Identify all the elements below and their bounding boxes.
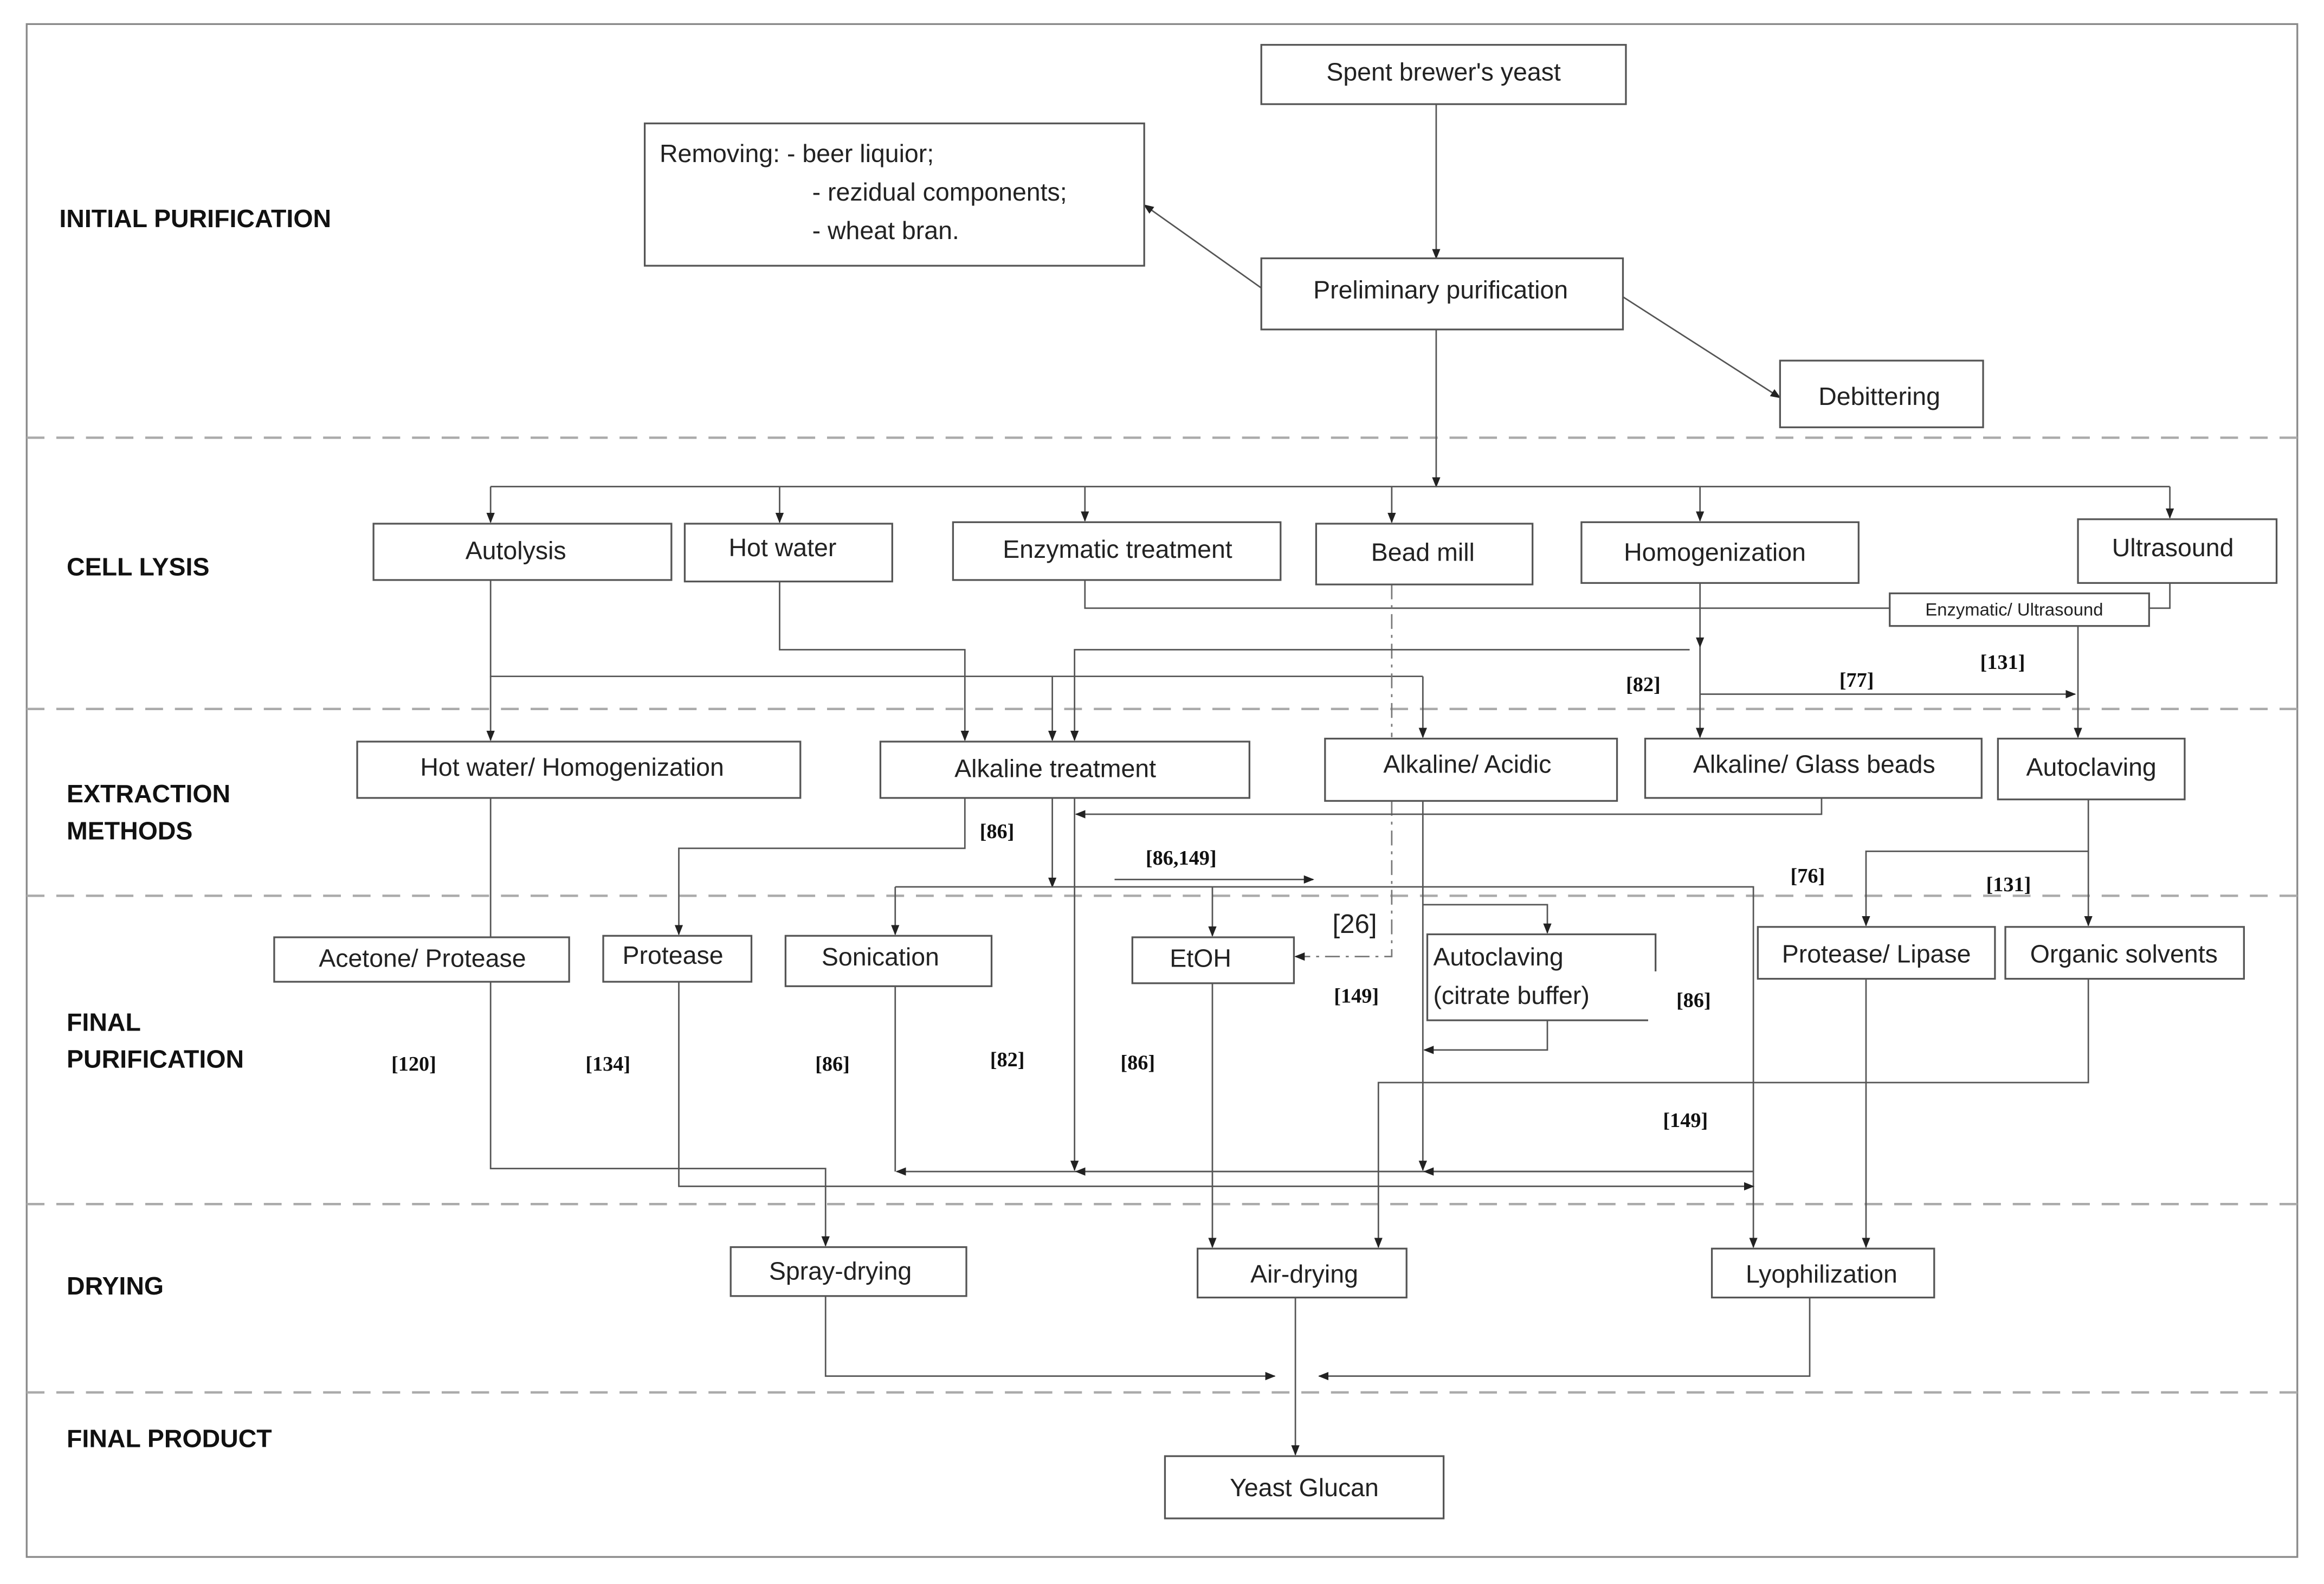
- ref-label: [131]: [1980, 651, 2025, 674]
- node-label: - rezidual components;: [812, 178, 1067, 206]
- node-label: Lyophilization: [1746, 1260, 1897, 1288]
- node-label: Preliminary purification: [1313, 275, 1568, 304]
- node-label: Air-drying: [1250, 1260, 1358, 1288]
- ref-label: [149]: [1334, 984, 1379, 1007]
- node-air-drying: Air-drying: [1196, 1247, 1408, 1299]
- node-label: Acetone/ Protease: [319, 944, 526, 973]
- node-protease-lipase: Protease/ Lipase: [1757, 926, 1996, 980]
- section-dividers: [27, 436, 2297, 1394]
- node-autoclaving-citrate: Autoclaving (citrate buffer): [1426, 933, 1657, 1021]
- section-drying: DRYING: [67, 1272, 164, 1300]
- node-label: Enzymatic/ Ultrasound: [1925, 600, 2103, 620]
- node-label: Sonication: [822, 943, 939, 971]
- node-label: Spray-drying: [769, 1257, 912, 1285]
- node-label: Autolysis: [466, 537, 566, 565]
- node-label: Organic solvents: [2030, 939, 2218, 968]
- nodes: Spent brewer's yeast Removing: - beer li…: [273, 44, 2278, 1519]
- node-label: Hot water: [728, 533, 836, 562]
- ref-label: [120]: [391, 1053, 436, 1076]
- node-protease: Protease: [602, 935, 753, 983]
- ref-label: [86]: [1676, 989, 1711, 1012]
- node-label: - wheat bran.: [812, 216, 959, 244]
- node-label: Hot water/ Homogenization: [420, 753, 724, 781]
- ref-label: [134]: [585, 1053, 630, 1076]
- node-autoclaving: Autoclaving: [1997, 737, 2186, 801]
- flow-diagram: INITIAL PURIFICATION CELL LYSIS EXTRACTI…: [25, 23, 2299, 1558]
- node-label: Protease: [623, 941, 724, 969]
- node-label: Spent brewer's yeast: [1326, 57, 1561, 86]
- node-alkaline-glass-beads: Alkaline/ Glass beads: [1644, 737, 1983, 799]
- node-etoh: EtOH: [1131, 936, 1295, 984]
- ref-label: [77]: [1839, 669, 1874, 692]
- node-enzymatic-treatment: Enzymatic treatment: [952, 521, 1282, 581]
- node-label: Protease/ Lipase: [1782, 939, 1971, 968]
- node-label: Alkaline/ Acidic: [1383, 750, 1551, 778]
- node-label: Autoclaving: [1433, 943, 1563, 971]
- section-cell-lysis: CELL LYSIS: [67, 553, 209, 581]
- node-enzymatic-ultrasound: Enzymatic/ Ultrasound: [1889, 592, 2150, 627]
- node-spray-drying: Spray-drying: [730, 1246, 967, 1297]
- node-homogenization: Homogenization: [1580, 521, 1860, 584]
- node-label: Bead mill: [1371, 538, 1475, 566]
- node-label: Alkaline/ Glass beads: [1693, 750, 1935, 778]
- node-label: Alkaline treatment: [954, 755, 1156, 783]
- section-final-product: FINAL PRODUCT: [67, 1425, 272, 1453]
- node-label: Yeast Glucan: [1230, 1473, 1379, 1502]
- node-label: EtOH: [1170, 944, 1231, 973]
- references: [82] [77] [131] [86] [86,149] [76] [131]…: [391, 651, 2031, 1132]
- node-acetone-protease: Acetone/ Protease: [273, 936, 570, 983]
- node-hot-water: Hot water: [683, 523, 893, 583]
- node-removing: Removing: - beer liquior; - rezidual com…: [643, 123, 1145, 267]
- node-alkaline-treatment: Alkaline treatment: [879, 741, 1250, 799]
- node-ultrasound: Ultrasound: [2077, 518, 2278, 584]
- node-preliminary-purification: Preliminary purification: [1260, 257, 1624, 331]
- node-label: Autoclaving: [2026, 753, 2157, 781]
- ref-label: [86,149]: [1146, 847, 1217, 870]
- node-hot-water-homogenization: Hot water/ Homogenization: [356, 741, 802, 799]
- ref-label: [82]: [1626, 673, 1661, 696]
- ref-label: [131]: [1986, 873, 2031, 896]
- node-label: Homogenization: [1624, 538, 1806, 566]
- node-sonication: Sonication: [784, 935, 993, 987]
- ref-label: [26]: [1332, 909, 1377, 939]
- section-purification: PURIFICATION: [67, 1045, 244, 1073]
- section-methods: METHODS: [67, 817, 192, 845]
- node-bead-mill: Bead mill: [1315, 523, 1534, 585]
- ref-label: [86]: [815, 1053, 850, 1076]
- node-yeast-glucan: Yeast Glucan: [1164, 1455, 1445, 1519]
- node-label: Ultrasound: [2112, 533, 2234, 562]
- node-label: Debittering: [1818, 382, 1940, 410]
- node-label: Removing: - beer liquior;: [660, 139, 934, 168]
- section-labels: INITIAL PURIFICATION CELL LYSIS EXTRACTI…: [59, 204, 331, 1453]
- section-initial-purification: INITIAL PURIFICATION: [59, 204, 331, 233]
- node-label: (citrate buffer): [1433, 981, 1589, 1009]
- ref-label: [86]: [1120, 1051, 1155, 1074]
- node-debittering: Debittering: [1779, 359, 1984, 428]
- ref-label: [82]: [990, 1048, 1025, 1071]
- ref-label: [149]: [1663, 1109, 1708, 1132]
- section-extraction: EXTRACTION: [67, 780, 230, 808]
- node-organic-solvents: Organic solvents: [2004, 926, 2245, 980]
- ref-label: [76]: [1791, 865, 1825, 887]
- section-final: FINAL: [67, 1008, 141, 1036]
- node-label: Enzymatic treatment: [1003, 535, 1232, 563]
- node-lyophilization: Lyophilization: [1710, 1247, 1935, 1299]
- ref-label: [86]: [980, 820, 1015, 843]
- node-autolysis: Autolysis: [372, 523, 673, 581]
- node-spent-yeast: Spent brewer's yeast: [1260, 44, 1627, 105]
- node-alkaline-acidic: Alkaline/ Acidic: [1324, 737, 1618, 802]
